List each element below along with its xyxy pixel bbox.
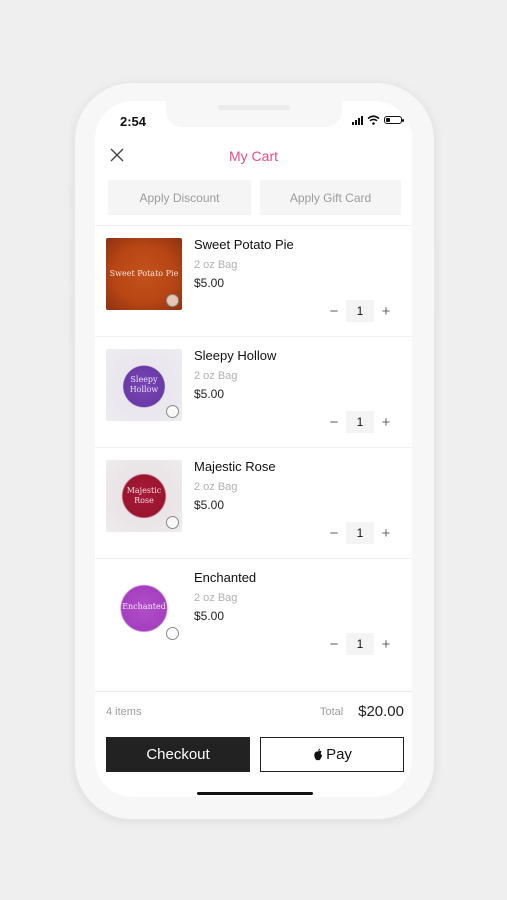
signal-icon — [352, 115, 363, 125]
product-price: $5.00 — [194, 609, 225, 623]
product-variant: 2 oz Bag — [194, 259, 238, 271]
page-title: My Cart — [229, 148, 278, 164]
cart-footer: 4 items Total $20.00 Checkout Pay — [95, 691, 412, 797]
minus-icon[interactable]: − — [323, 300, 345, 322]
apple-pay-button[interactable]: Pay — [260, 737, 404, 772]
thumbnail-label: Sweet Potato Pie — [109, 269, 179, 278]
product-variant: 2 oz Bag — [194, 481, 238, 493]
brand-stamp-icon — [166, 405, 179, 418]
phone-volume-down — [70, 296, 74, 342]
checkout-button[interactable]: Checkout — [106, 737, 250, 772]
quantity-value[interactable]: 1 — [346, 633, 374, 655]
quantity-stepper: − 1 + — [323, 299, 397, 323]
phone-silent-switch — [70, 187, 74, 211]
product-price: $5.00 — [194, 387, 225, 401]
quantity-value[interactable]: 1 — [346, 411, 374, 433]
brand-stamp-icon — [166, 627, 179, 640]
phone-power-button — [435, 246, 439, 316]
quantity-stepper: − 1 + — [323, 410, 397, 434]
cart-item: Enchanted Enchanted 2 oz Bag $5.00 − 1 + — [95, 558, 412, 669]
plus-icon[interactable]: + — [375, 300, 397, 322]
product-variant: 2 oz Bag — [194, 370, 238, 382]
cart-header: My Cart — [95, 141, 412, 171]
product-name: Majestic Rose — [194, 459, 276, 474]
product-thumbnail[interactable]: Sleepy Hollow — [106, 349, 182, 421]
total-value: $20.00 — [358, 703, 404, 720]
product-price: $5.00 — [194, 498, 225, 512]
cart-item: Majestic Rose Majestic Rose 2 oz Bag $5.… — [95, 447, 412, 558]
status-time: 2:54 — [120, 114, 147, 129]
minus-icon[interactable]: − — [323, 633, 345, 655]
battery-icon — [384, 116, 404, 124]
app-screen: 2:54 My Cart Apply Discount Apply Gift C… — [95, 101, 412, 797]
product-name: Sweet Potato Pie — [194, 237, 294, 252]
product-thumbnail[interactable]: Enchanted — [106, 571, 182, 643]
product-name: Sleepy Hollow — [194, 348, 277, 363]
home-indicator[interactable] — [197, 792, 313, 795]
quantity-stepper: − 1 + — [323, 521, 397, 545]
plus-icon[interactable]: + — [375, 411, 397, 433]
wifi-icon — [367, 115, 380, 125]
apply-gift-card-button[interactable]: Apply Gift Card — [260, 180, 401, 215]
brand-stamp-icon — [166, 516, 179, 529]
plus-icon[interactable]: + — [375, 522, 397, 544]
item-count: 4 items — [106, 706, 142, 718]
cart-item: Sweet Potato Pie Sweet Potato Pie 2 oz B… — [95, 225, 412, 336]
thumbnail-label: Sleepy Hollow — [129, 375, 159, 394]
product-price: $5.00 — [194, 276, 225, 290]
product-variant: 2 oz Bag — [194, 592, 238, 604]
product-thumbnail[interactable]: Majestic Rose — [106, 460, 182, 532]
thumbnail-label: Majestic Rose — [126, 486, 162, 505]
quantity-value[interactable]: 1 — [346, 300, 374, 322]
speaker-grille — [218, 105, 290, 110]
quantity-stepper: − 1 + — [323, 632, 397, 656]
cart-item: Sleepy Hollow Sleepy Hollow 2 oz Bag $5.… — [95, 336, 412, 447]
minus-icon[interactable]: − — [323, 411, 345, 433]
product-thumbnail[interactable]: Sweet Potato Pie — [106, 238, 182, 310]
thumbnail-label: Enchanted — [122, 602, 166, 611]
apple-pay-label: Pay — [326, 746, 352, 763]
product-name: Enchanted — [194, 570, 257, 585]
total-label: Total — [320, 706, 344, 718]
brand-stamp-icon — [166, 294, 179, 307]
minus-icon[interactable]: − — [323, 522, 345, 544]
cart-list: Sweet Potato Pie Sweet Potato Pie 2 oz B… — [95, 225, 412, 669]
plus-icon[interactable]: + — [375, 633, 397, 655]
apply-discount-button[interactable]: Apply Discount — [108, 180, 251, 215]
device-notch — [166, 101, 342, 127]
apple-logo-icon — [314, 748, 323, 760]
phone-volume-up — [70, 238, 74, 284]
status-icons — [352, 115, 404, 125]
quantity-value[interactable]: 1 — [346, 522, 374, 544]
